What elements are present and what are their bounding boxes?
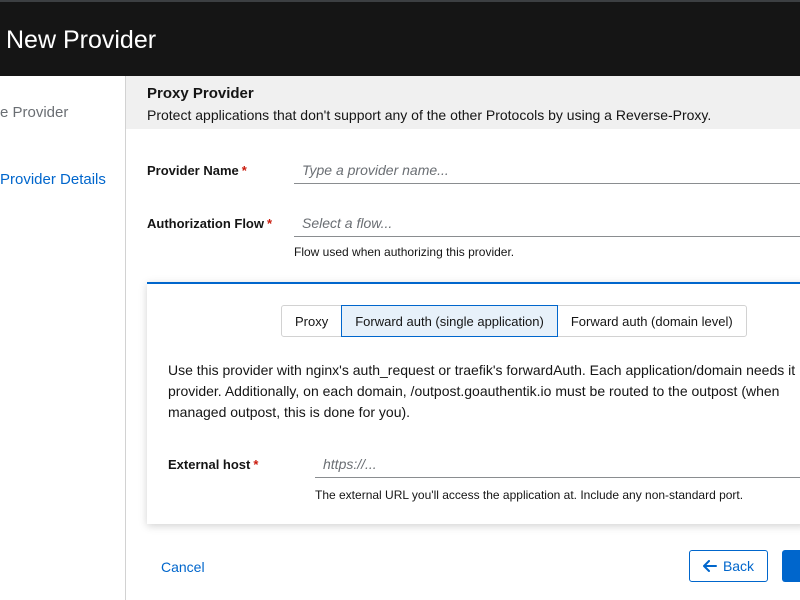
arrow-left-icon (702, 560, 717, 572)
external-host-label: External host * (168, 457, 258, 472)
provider-intro: Proxy Provider Protect applications that… (126, 76, 800, 129)
toggle-proxy[interactable]: Proxy (281, 305, 343, 337)
next-button[interactable] (782, 550, 800, 582)
proxy-mode-toggle-group: Proxy Forward auth (single application) … (281, 305, 747, 337)
provider-name-input[interactable] (294, 156, 800, 184)
external-host-input[interactable] (315, 450, 800, 478)
proxy-mode-card: Proxy Forward auth (single application) … (147, 282, 800, 524)
authorization-flow-label: Authorization Flow * (147, 216, 272, 231)
authorization-flow-helper: Flow used when authorizing this provider… (294, 245, 515, 259)
cancel-button[interactable]: Cancel (161, 559, 205, 575)
external-host-helper: The external URL you'll access the appli… (315, 488, 744, 502)
wizard-footer: Cancel Back (126, 524, 800, 600)
page-header: New Provider (0, 0, 800, 76)
authorization-flow-select[interactable] (294, 209, 800, 237)
description-line: provider. Additionally, on each domain, … (168, 383, 780, 399)
provider-type-description: Protect applications that don't support … (147, 107, 712, 123)
toggle-forward-auth-domain[interactable]: Forward auth (domain level) (556, 305, 747, 337)
authorization-flow-label-text: Authorization Flow (147, 216, 264, 231)
external-host-label-text: External host (168, 457, 251, 472)
proxy-mode-description: Use this provider with nginx's auth_requ… (168, 360, 800, 423)
wizard-step-provider-details[interactable]: Provider Details (0, 171, 106, 188)
wizard-step-provider-type[interactable]: e Provider (0, 104, 68, 121)
required-asterisk: * (241, 163, 247, 178)
description-line: managed outpost, this is done for you). (168, 404, 411, 420)
provider-name-label-text: Provider Name (147, 163, 239, 178)
provider-type-title: Proxy Provider (147, 85, 254, 102)
toggle-forward-auth-single[interactable]: Forward auth (single application) (341, 305, 558, 337)
required-asterisk: * (266, 216, 273, 231)
back-button-label: Back (722, 558, 755, 574)
wizard-main: Proxy Provider Protect applications that… (126, 76, 800, 600)
description-line: Use this provider with nginx's auth_requ… (168, 362, 796, 378)
wizard-steps-nav: e Provider Provider Details (0, 76, 126, 600)
required-asterisk: * (253, 457, 259, 472)
page-title: New Provider (6, 26, 157, 54)
provider-name-label: Provider Name * (147, 163, 247, 178)
back-button[interactable]: Back (689, 550, 768, 582)
